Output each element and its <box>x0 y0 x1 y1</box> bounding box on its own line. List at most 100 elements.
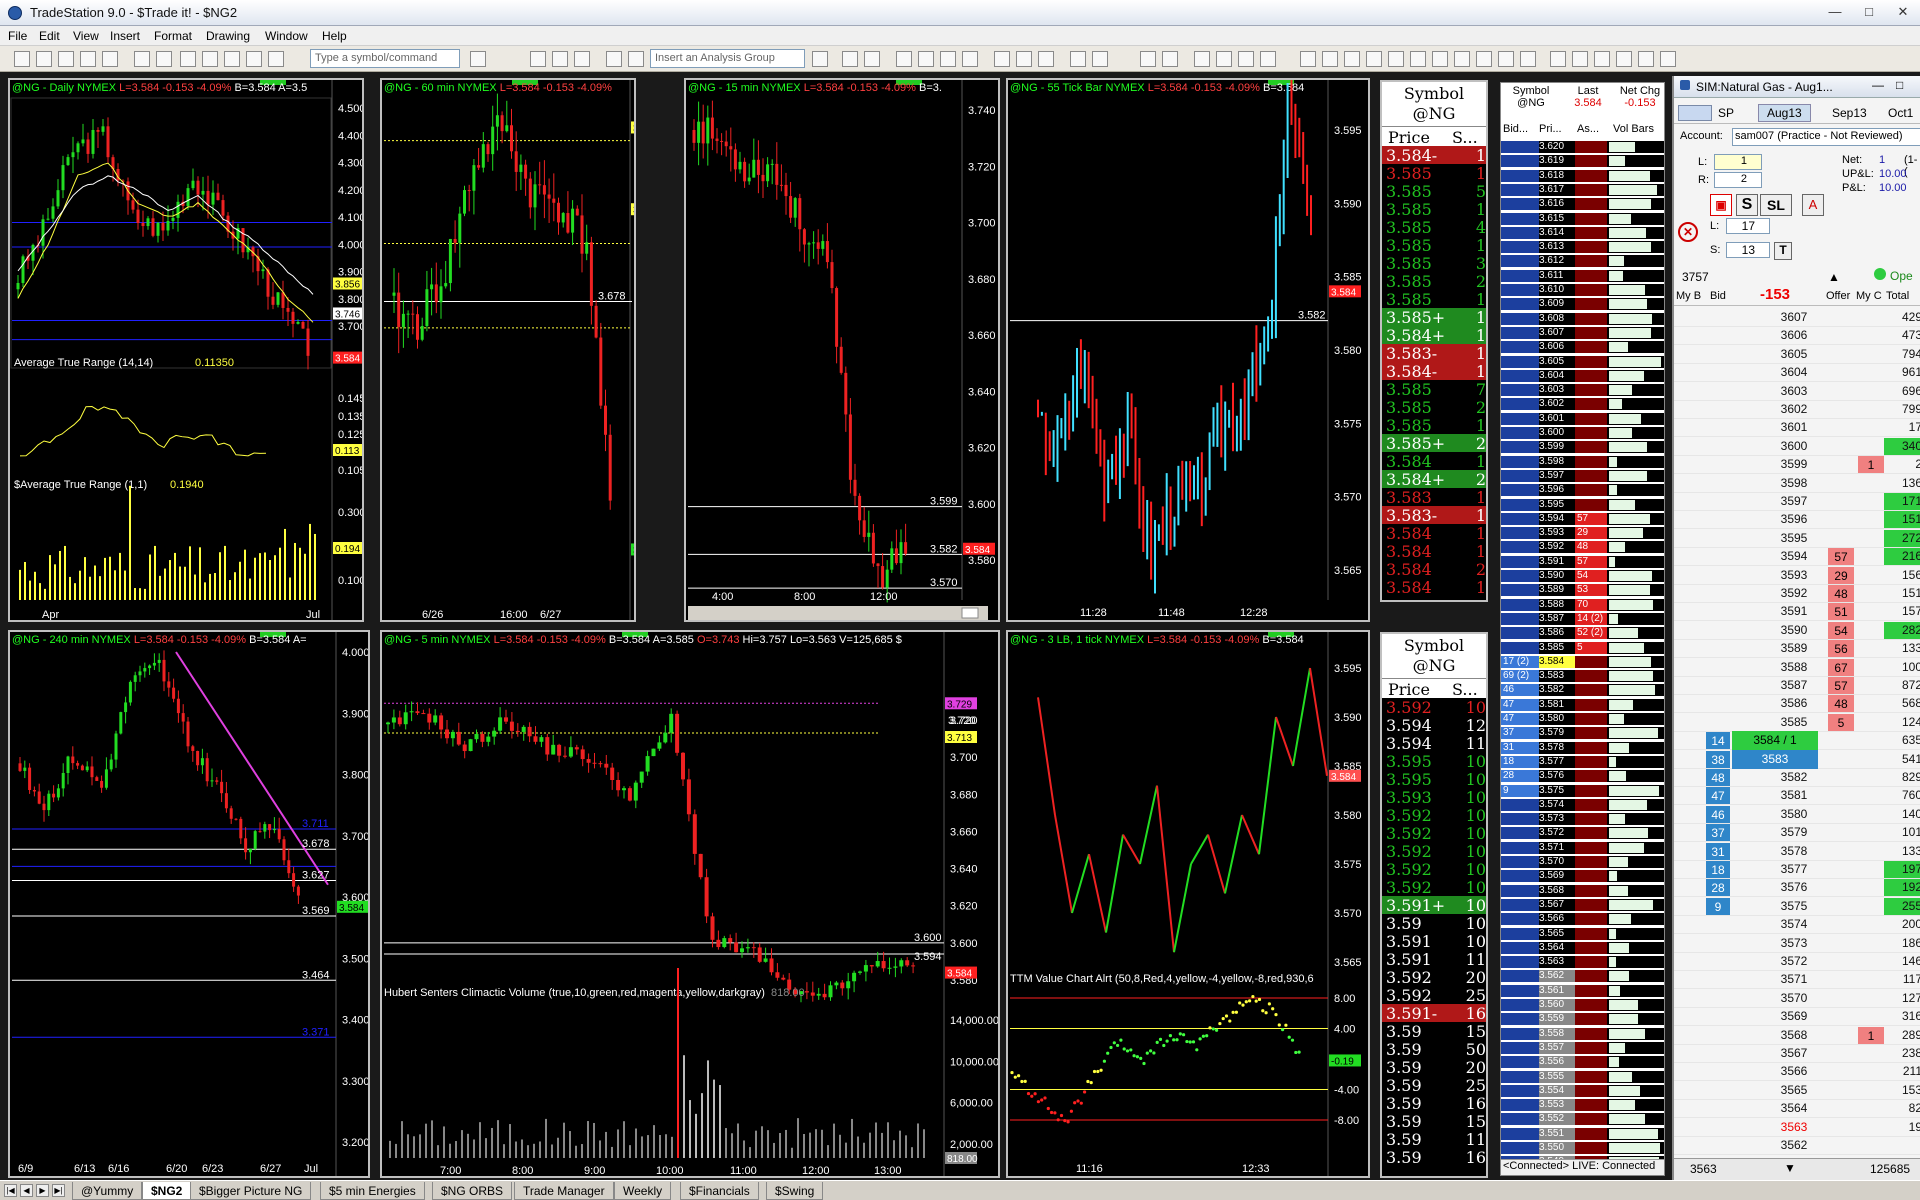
ladder-row[interactable]: 3.569 <box>1501 870 1664 883</box>
ladder-bid-cell[interactable] <box>1501 226 1539 239</box>
ladder-ask-cell[interactable] <box>1575 183 1607 196</box>
matrix-price[interactable]: 3605 <box>1770 345 1818 364</box>
insert-icon[interactable] <box>1260 51 1276 67</box>
ladder-ask-cell[interactable] <box>1575 255 1607 268</box>
ladder-bid-cell[interactable]: 46 <box>1501 684 1539 697</box>
ladder-row[interactable]: 3.608 <box>1501 312 1664 325</box>
ladder-bid-cell[interactable] <box>1501 469 1539 482</box>
matrix-offer-cell[interactable]: 67 <box>1828 658 1854 676</box>
ladder-bid-cell[interactable] <box>1501 241 1539 254</box>
ladder-bid-cell[interactable]: 69 (2) <box>1501 670 1539 683</box>
ladder-row[interactable]: 3.601 <box>1501 412 1664 425</box>
r-stepper[interactable]: 2 <box>1714 172 1762 188</box>
zoom-out-icon[interactable] <box>1162 51 1178 67</box>
ladder-ask-cell[interactable] <box>1575 212 1607 225</box>
ladder-bid-cell[interactable] <box>1501 384 1539 397</box>
ladder-row[interactable]: 9 3.575 <box>1501 784 1664 797</box>
matrix-bid-header[interactable]: Bid <box>1710 290 1726 302</box>
matrix-bid-cell[interactable]: 46 <box>1706 805 1730 823</box>
matrix-row[interactable]: 3585 5 124 <box>1674 713 1920 732</box>
ladder-row[interactable]: 3.573 <box>1501 813 1664 826</box>
ladder-price-header[interactable]: Pri... <box>1539 123 1562 141</box>
ladder-row[interactable]: 69 (2) 3.583 <box>1501 670 1664 683</box>
crosshair-icon[interactable] <box>1216 51 1232 67</box>
ladder-bid-cell[interactable]: 37 <box>1501 727 1539 740</box>
ladder-ask-cell[interactable] <box>1575 155 1607 168</box>
ladder-row[interactable]: 3.620 <box>1501 141 1664 153</box>
ladder-row[interactable]: 3.617 <box>1501 183 1664 196</box>
save-icon[interactable] <box>134 51 150 67</box>
ladder-ask-cell[interactable] <box>1575 1041 1607 1054</box>
ladder-row[interactable]: 3.610 <box>1501 284 1664 296</box>
ladder-row[interactable]: 28 3.576 <box>1501 770 1664 783</box>
ladder-ask-cell[interactable] <box>1575 369 1607 382</box>
chart-240min[interactable]: @NG - 240 min NYMEX L=3.584 -0.153 -4.09… <box>8 630 370 1178</box>
ladder-ask-cell[interactable] <box>1575 713 1607 725</box>
ladder-row[interactable]: 3.555 <box>1501 1070 1664 1083</box>
ladder-ask-cell[interactable] <box>1575 169 1607 182</box>
ladder-row[interactable]: 3.567 <box>1501 898 1664 911</box>
ladder-bid-cell[interactable] <box>1501 527 1539 540</box>
ladder-row[interactable]: 3.551 <box>1501 1127 1664 1140</box>
ladder-bid-cell[interactable] <box>1501 155 1539 168</box>
up-arrow-icon[interactable] <box>1594 51 1610 67</box>
ladder-row[interactable]: 3.566 <box>1501 913 1664 926</box>
ladder-row[interactable]: 3.564 <box>1501 941 1664 954</box>
ladder-bid-cell[interactable] <box>1501 813 1539 826</box>
ladder-bid-cell[interactable] <box>1501 412 1539 425</box>
ladder-row[interactable]: 3.558 <box>1501 1027 1664 1040</box>
ladder-bid-cell[interactable] <box>1501 884 1539 897</box>
ladder-row[interactable]: 3.602 <box>1501 398 1664 411</box>
ladder-ask-cell[interactable] <box>1575 841 1607 854</box>
ladder-row[interactable]: 3.604 <box>1501 369 1664 382</box>
matrix-row[interactable]: 3605 794 <box>1674 345 1920 364</box>
bar-spacing-icon[interactable] <box>1016 51 1032 67</box>
ladder-bid-cell[interactable] <box>1501 841 1539 854</box>
ladder-row[interactable]: 46 3.582 <box>1501 684 1664 697</box>
matrix-offer-cell[interactable]: 48 <box>1828 585 1854 602</box>
matrix-price[interactable]: 3578 <box>1770 842 1818 861</box>
ts1-column-header[interactable]: Price S... <box>1382 126 1486 147</box>
ladder-bid-cell[interactable] <box>1501 441 1539 454</box>
matrix-row[interactable]: 3570 127 <box>1674 989 1920 1008</box>
last-tab-icon[interactable]: ▶| <box>52 1184 65 1197</box>
matrix-row[interactable]: 3568 1 289 <box>1674 1026 1920 1045</box>
ladder-ask-cell[interactable] <box>1575 284 1607 296</box>
ladder-ask-cell[interactable] <box>1575 1113 1607 1126</box>
ladder-row[interactable]: 3.560 <box>1501 999 1664 1011</box>
ladder-row[interactable]: 3.550 <box>1501 1142 1664 1154</box>
open-icon[interactable] <box>36 51 52 67</box>
sheet-tab[interactable]: @Yummy <box>72 1182 143 1200</box>
sheet-tab[interactable]: Trade Manager <box>514 1182 614 1200</box>
ladder-row[interactable]: 3.565 <box>1501 927 1664 940</box>
matrix-price[interactable]: 3569 <box>1770 1007 1818 1026</box>
matrix-row[interactable]: 48 3582 829 <box>1674 768 1920 787</box>
ladder-bid-cell[interactable]: 31 <box>1501 741 1539 754</box>
time-and-sales-2[interactable]: Symbol @NG Price S... 3.592 10 3.594 12 3.594 1… <box>1380 632 1488 1178</box>
matrix-price[interactable]: 3570 <box>1770 989 1818 1008</box>
ladder-row[interactable]: 3.597 <box>1501 469 1664 482</box>
ladder-row[interactable]: 3.595 <box>1501 498 1664 511</box>
matrix-price[interactable]: 3576 <box>1770 878 1818 897</box>
matrix-offer-cell[interactable]: 56 <box>1828 640 1854 658</box>
ladder-bid-cell[interactable] <box>1501 498 1539 511</box>
ladder-row[interactable]: 3.616 <box>1501 198 1664 211</box>
ladder-ask-cell[interactable] <box>1575 684 1607 697</box>
t-button[interactable]: T <box>1774 242 1792 260</box>
sheet-tab[interactable]: Weekly <box>614 1182 672 1200</box>
ladder-ask-header[interactable]: As... <box>1577 123 1599 141</box>
matrix-price[interactable]: 3580 <box>1770 805 1818 824</box>
matrix-row[interactable]: 3591 51 157 <box>1674 602 1920 622</box>
matrix-my-order[interactable]: 1 <box>1858 1026 1884 1044</box>
matrix-bid-cell[interactable]: 37 <box>1706 824 1730 842</box>
link-icon[interactable] <box>246 51 262 67</box>
ladder-ask-cell[interactable] <box>1575 312 1607 325</box>
ladder-row[interactable]: 3.605 <box>1501 355 1664 368</box>
down-arrow-icon[interactable] <box>1572 51 1588 67</box>
matrix-row[interactable]: 3565 153 <box>1674 1081 1920 1100</box>
matrix-price[interactable]: 3601 <box>1770 418 1818 437</box>
ladder-row[interactable]: 3.588 70 <box>1501 598 1664 611</box>
ladder-row[interactable]: 3.599 <box>1501 441 1664 454</box>
ladder-ask-cell[interactable]: 29 <box>1575 527 1607 540</box>
matrix-row[interactable]: 3598 136 <box>1674 474 1920 493</box>
